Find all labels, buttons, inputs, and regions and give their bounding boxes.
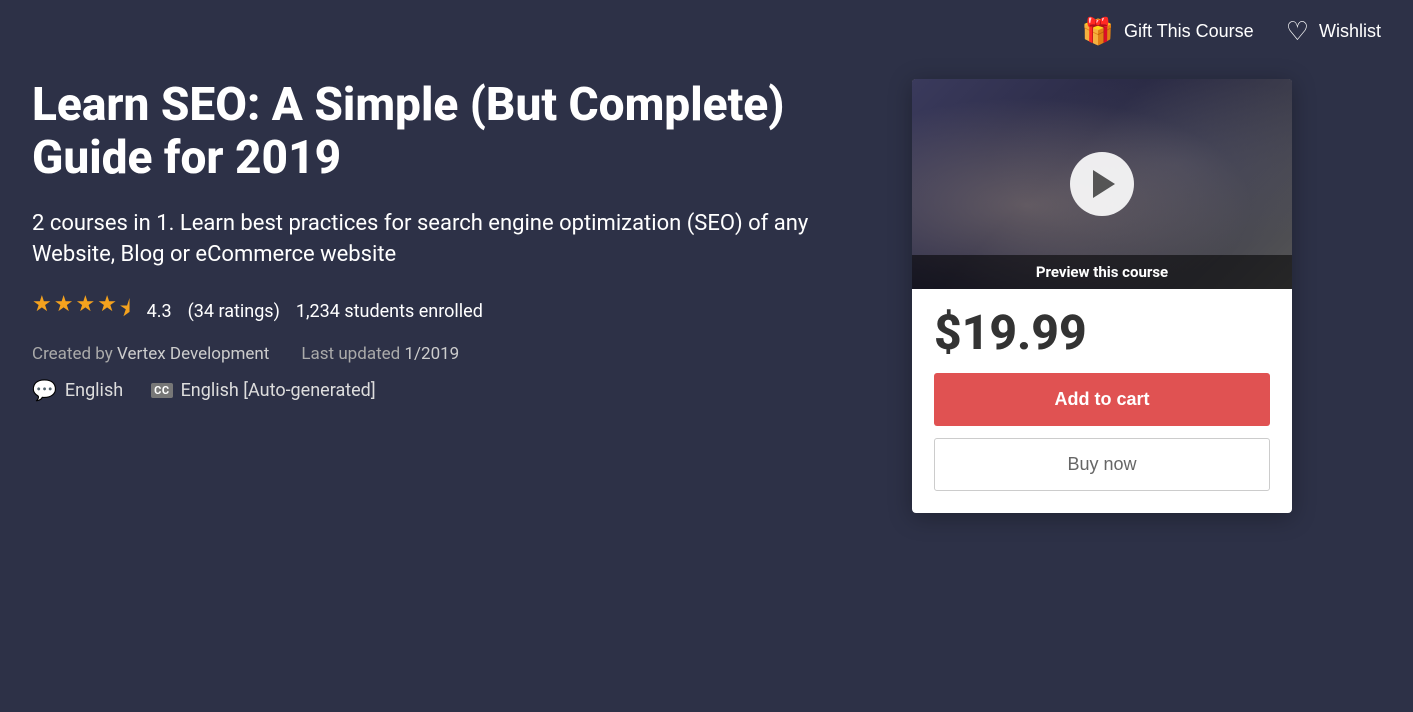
add-to-cart-button[interactable]: Add to cart [934,373,1270,426]
updated-info: Last updated 1/2019 [301,344,459,364]
star-4: ★ [97,292,117,330]
captions-text: English [Auto-generated] [181,380,376,401]
play-button[interactable] [1070,152,1134,216]
language-item: 💬 English [32,378,123,402]
preview-label: Preview this course [912,255,1292,289]
language-row: 💬 English CC English [Auto-generated] [32,378,872,402]
speech-bubble-icon: 💬 [32,378,57,402]
buy-now-button[interactable]: Buy now [934,438,1270,491]
preview-container[interactable]: Preview this course [912,79,1292,289]
ratings-row: ★ ★ ★ ★ ⯨ 4.3 (34 ratings) 1,234 student… [32,292,872,330]
course-info: Learn SEO: A Simple (But Complete) Guide… [32,79,872,513]
gift-course-label: Gift This Course [1124,21,1254,42]
gift-icon: 🎁 [1082,16,1114,47]
creator-label: Created by [32,344,113,364]
creator-name: Vertex Development [117,344,269,364]
star-rating: ★ ★ ★ ★ ⯨ [32,292,131,330]
cc-icon: CC [151,383,172,398]
rating-value: 4.3 [147,301,172,322]
course-subtitle: 2 courses in 1. Learn best practices for… [32,209,812,271]
captions-item: CC English [Auto-generated] [151,380,375,401]
star-2: ★ [54,292,74,330]
course-card: Preview this course $19.99 Add to cart B… [912,79,1292,513]
course-title: Learn SEO: A Simple (But Complete) Guide… [32,79,872,185]
star-3: ★ [75,292,95,330]
gift-course-button[interactable]: 🎁 Gift This Course [1082,16,1254,47]
rating-text: (34 ratings) [188,301,280,322]
card-body: $19.99 Add to cart Buy now [912,289,1292,513]
star-1: ★ [32,292,52,330]
header-actions: 🎁 Gift This Course ♡ Wishlist [0,0,1413,55]
meta-row: Created by Vertex Development Last updat… [32,344,872,364]
play-triangle-icon [1093,170,1115,198]
course-price: $19.99 [934,309,1270,357]
updated-date: 1/2019 [404,344,459,364]
language-text: English [65,380,123,401]
star-5-half: ⯨ [119,292,131,330]
updated-label: Last updated [301,344,400,364]
wishlist-label: Wishlist [1319,21,1381,42]
main-content: Learn SEO: A Simple (But Complete) Guide… [0,55,1413,545]
wishlist-button[interactable]: ♡ Wishlist [1286,16,1381,47]
heart-icon: ♡ [1286,16,1309,47]
creator-info: Created by Vertex Development [32,344,269,364]
students-enrolled: 1,234 students enrolled [296,301,483,322]
